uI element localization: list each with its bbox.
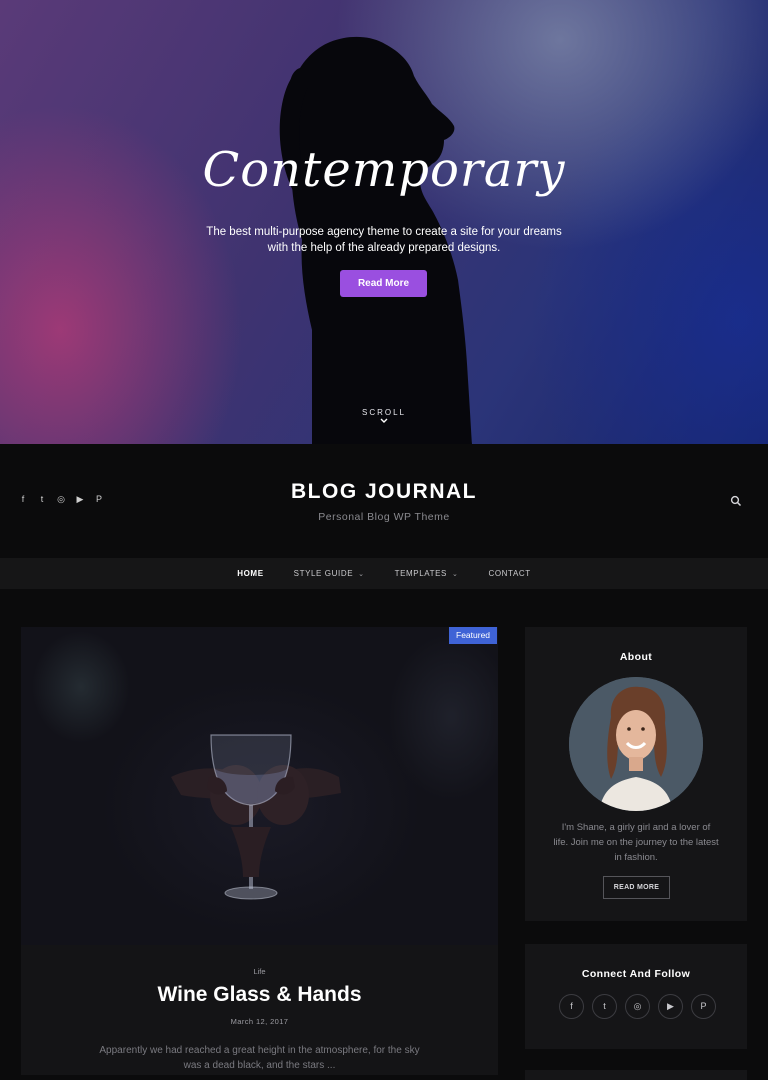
post-category[interactable]: Life bbox=[21, 967, 498, 976]
hero-banner: Contemporary The best multi-purpose agen… bbox=[0, 0, 768, 444]
chevron-down-icon: ⌄ bbox=[452, 570, 459, 578]
author-photo bbox=[569, 677, 703, 811]
post-excerpt: Apparently we had reached a great height… bbox=[99, 1045, 420, 1071]
nav-item-templates[interactable]: TEMPLATES ⌄ bbox=[380, 569, 474, 578]
search-icon[interactable] bbox=[730, 495, 742, 507]
nav-item-label: CONTACT bbox=[488, 569, 531, 578]
facebook-icon[interactable]: f bbox=[559, 994, 584, 1019]
wine-glass-image bbox=[171, 734, 341, 900]
site-header: f t ◎ ▶ P BLOG JOURNAL Personal Blog WP … bbox=[0, 444, 768, 558]
featured-badge: Featured bbox=[449, 627, 498, 644]
chevron-down-icon: ⌄ bbox=[358, 570, 365, 578]
nav-item-label: TEMPLATES bbox=[394, 569, 447, 578]
nav-item-style-guide[interactable]: STYLE GUIDE ⌄ bbox=[279, 569, 380, 578]
nav-item-contact[interactable]: CONTACT bbox=[473, 569, 545, 578]
instagram-icon[interactable]: ◎ bbox=[625, 994, 650, 1019]
pinterest-icon[interactable]: P bbox=[691, 994, 716, 1019]
nav-item-label: HOME bbox=[237, 569, 264, 578]
youtube-icon[interactable]: ▶ bbox=[658, 994, 683, 1019]
about-read-more-button[interactable]: READ MORE bbox=[603, 876, 670, 899]
widget-title: Connect And Follow bbox=[581, 968, 691, 980]
hero-read-more-button[interactable]: Read More bbox=[340, 270, 427, 297]
site-tagline: Personal Blog WP Theme bbox=[318, 511, 450, 523]
post-date: March 12, 2017 bbox=[230, 1017, 289, 1026]
hero-subtitle: The best multi-purpose agency theme to c… bbox=[206, 226, 562, 254]
main-navigation: HOME STYLE GUIDE ⌄ TEMPLATES ⌄ CONTACT bbox=[0, 558, 768, 589]
social-links: f t ◎ ▶ P bbox=[559, 994, 716, 1019]
post-title[interactable]: Wine Glass & Hands bbox=[21, 983, 498, 1007]
avatar bbox=[569, 677, 703, 811]
site-title[interactable]: BLOG JOURNAL bbox=[0, 480, 768, 504]
about-widget: About I'm Shane, a girly girl and a love… bbox=[525, 627, 747, 921]
hero-title: Contemporary bbox=[202, 142, 566, 198]
featured-post-card: Featured Life Wine Glass & Hands March 1… bbox=[21, 627, 498, 1075]
connect-widget: Connect And Follow f t ◎ ▶ P bbox=[525, 944, 747, 1049]
nav-item-home[interactable]: HOME bbox=[222, 569, 278, 578]
chevron-down-icon[interactable] bbox=[378, 416, 390, 426]
widget-title: About bbox=[619, 651, 653, 663]
about-text: I'm Shane, a girly girl and a lover of l… bbox=[553, 822, 719, 863]
post-thumbnail[interactable]: Featured bbox=[21, 627, 498, 945]
nav-item-label: STYLE GUIDE bbox=[293, 569, 354, 578]
twitter-icon[interactable]: t bbox=[592, 994, 617, 1019]
woman-silhouette-image bbox=[279, 37, 472, 444]
next-widget bbox=[525, 1070, 747, 1080]
